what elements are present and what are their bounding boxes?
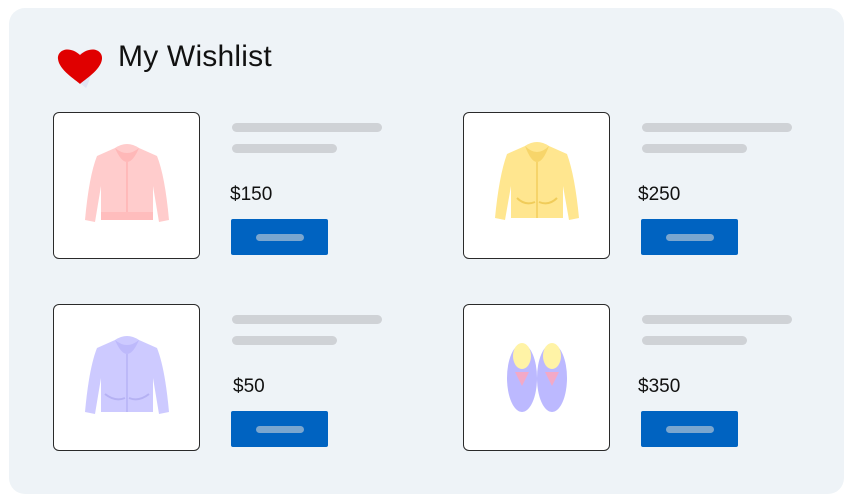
page-title: My Wishlist (118, 40, 272, 73)
product-image[interactable] (53, 304, 200, 451)
add-to-cart-button[interactable] (641, 411, 738, 447)
placeholder-line (642, 315, 792, 324)
item-price: $150 (230, 184, 273, 205)
placeholder-line (232, 336, 337, 345)
pink-jacket-icon (84, 143, 169, 222)
product-image[interactable] (53, 112, 200, 259)
button-label-placeholder (255, 233, 304, 241)
product-image[interactable] (463, 112, 610, 259)
lavender-jacket-icon (84, 335, 169, 414)
add-to-cart-button[interactable] (641, 219, 738, 255)
button-label-placeholder (665, 425, 714, 433)
item-price: $350 (638, 376, 681, 397)
placeholder-line (232, 315, 382, 324)
button-label-placeholder (255, 425, 304, 433)
product-image[interactable] (463, 304, 610, 451)
add-to-cart-button[interactable] (231, 219, 328, 255)
placeholder-line (642, 123, 792, 132)
button-label-placeholder (665, 233, 714, 241)
placeholder-line (232, 144, 337, 153)
add-to-cart-button[interactable] (231, 411, 328, 447)
item-price: $250 (638, 184, 681, 205)
sneakers-icon (506, 342, 567, 412)
placeholder-line (232, 123, 382, 132)
item-price: $50 (233, 376, 265, 397)
placeholder-line (642, 144, 747, 153)
yellow-jacket-icon (494, 141, 579, 220)
heart-icon (57, 49, 103, 88)
placeholder-line (642, 336, 747, 345)
